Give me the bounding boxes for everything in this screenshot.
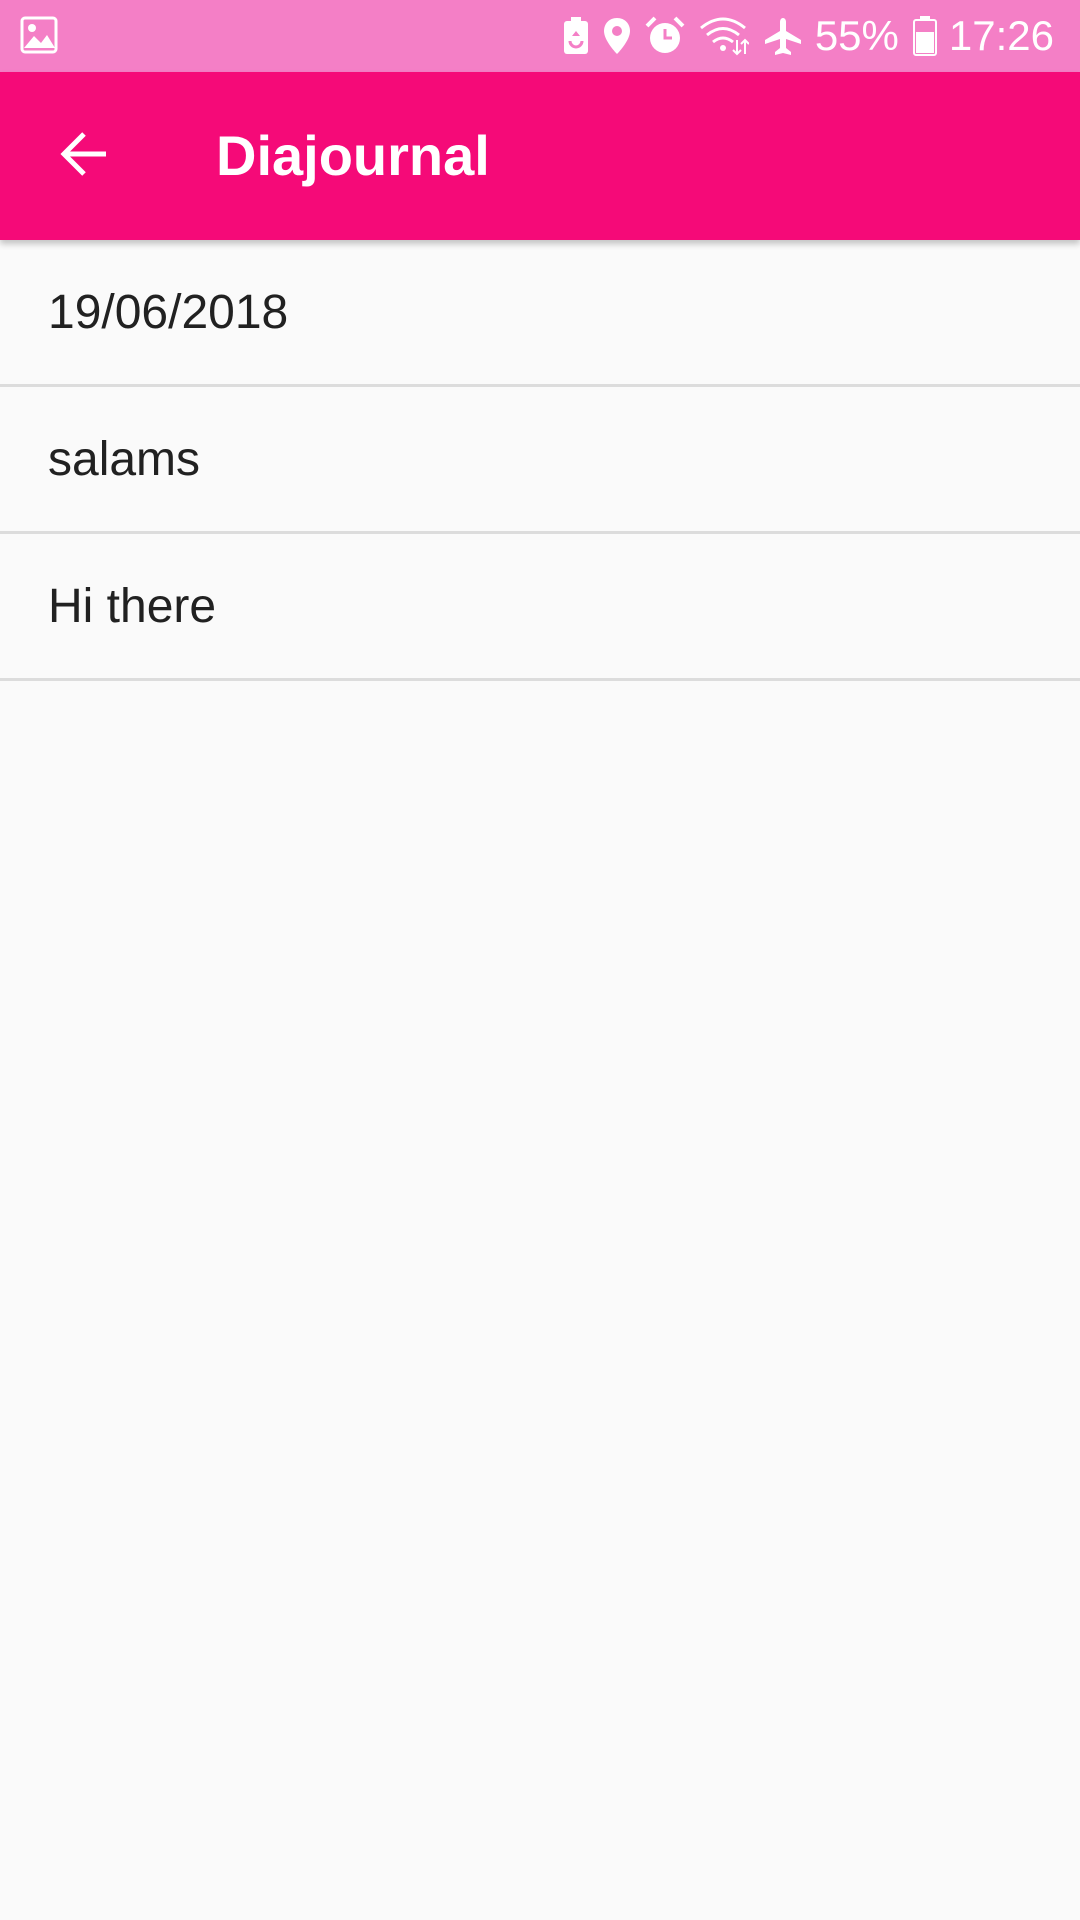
arrow-back-icon bbox=[58, 128, 110, 185]
app-bar: Diajournal bbox=[0, 72, 1080, 240]
wifi-icon bbox=[699, 16, 749, 56]
back-button[interactable] bbox=[36, 108, 132, 204]
app-title: Diajournal bbox=[216, 124, 490, 187]
journal-entry-item[interactable]: salams bbox=[0, 387, 1080, 534]
journal-entry-list: 19/06/2018 salams Hi there bbox=[0, 240, 1080, 681]
battery-saver-icon bbox=[563, 16, 589, 56]
status-icons: 55% 17:26 bbox=[549, 0, 1054, 72]
battery-percent: 55% bbox=[814, 12, 899, 59]
journal-entry-item[interactable]: Hi there bbox=[0, 534, 1080, 681]
journal-entry-item[interactable]: 19/06/2018 bbox=[0, 240, 1080, 387]
location-icon bbox=[603, 16, 631, 56]
alarm-icon bbox=[645, 16, 685, 56]
status-time: 17:26 bbox=[948, 12, 1054, 59]
status-bar: 55% 17:26 bbox=[0, 0, 1080, 72]
battery-icon bbox=[912, 16, 937, 56]
gallery-icon bbox=[20, 16, 58, 54]
airplane-icon bbox=[763, 16, 803, 56]
